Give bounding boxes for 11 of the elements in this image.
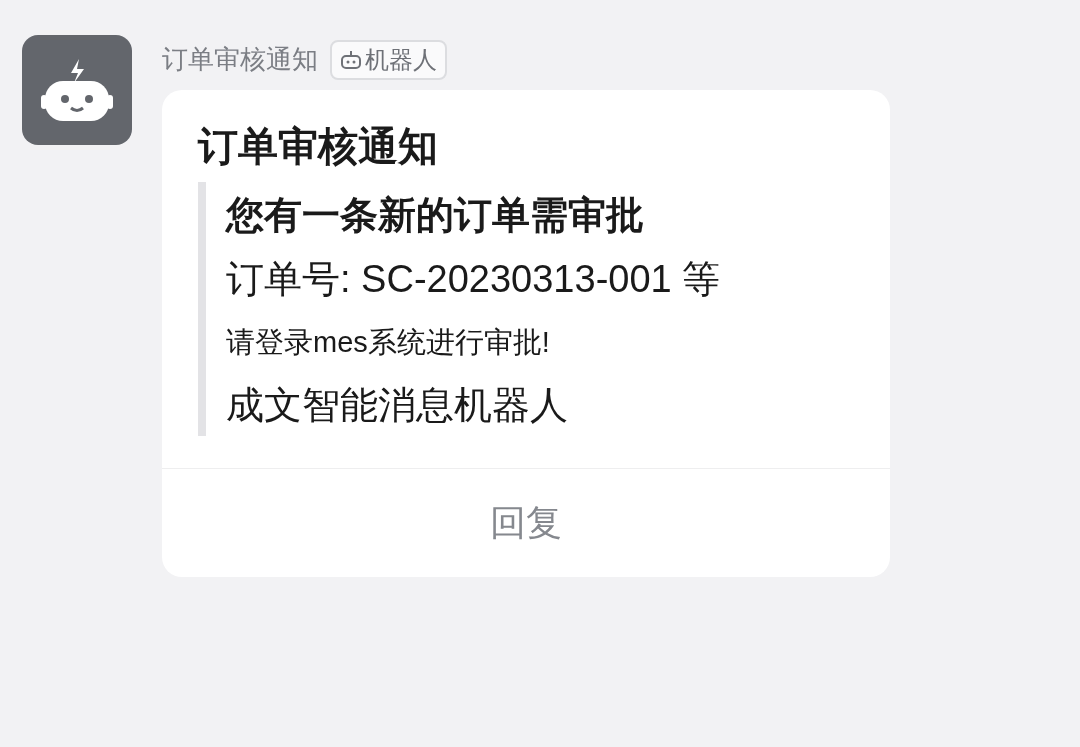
message-heading: 您有一条新的订单需审批 [226, 193, 645, 238]
robot-icon [340, 49, 362, 70]
message-line: 订单号: SC-20230313-001 等 [226, 257, 722, 302]
bot-badge: 机器人 [330, 39, 447, 80]
robot-avatar[interactable] [22, 35, 132, 145]
message-line: 成文智能消息机器人 [226, 383, 569, 428]
sender-name: 订单审核通知 [162, 43, 318, 76]
robot-icon [41, 59, 113, 121]
card-title: 订单审核通知 [198, 123, 439, 170]
reply-button[interactable]: 回复 [162, 469, 890, 577]
message-note: 请登录mes系统进行审批! [226, 325, 551, 360]
